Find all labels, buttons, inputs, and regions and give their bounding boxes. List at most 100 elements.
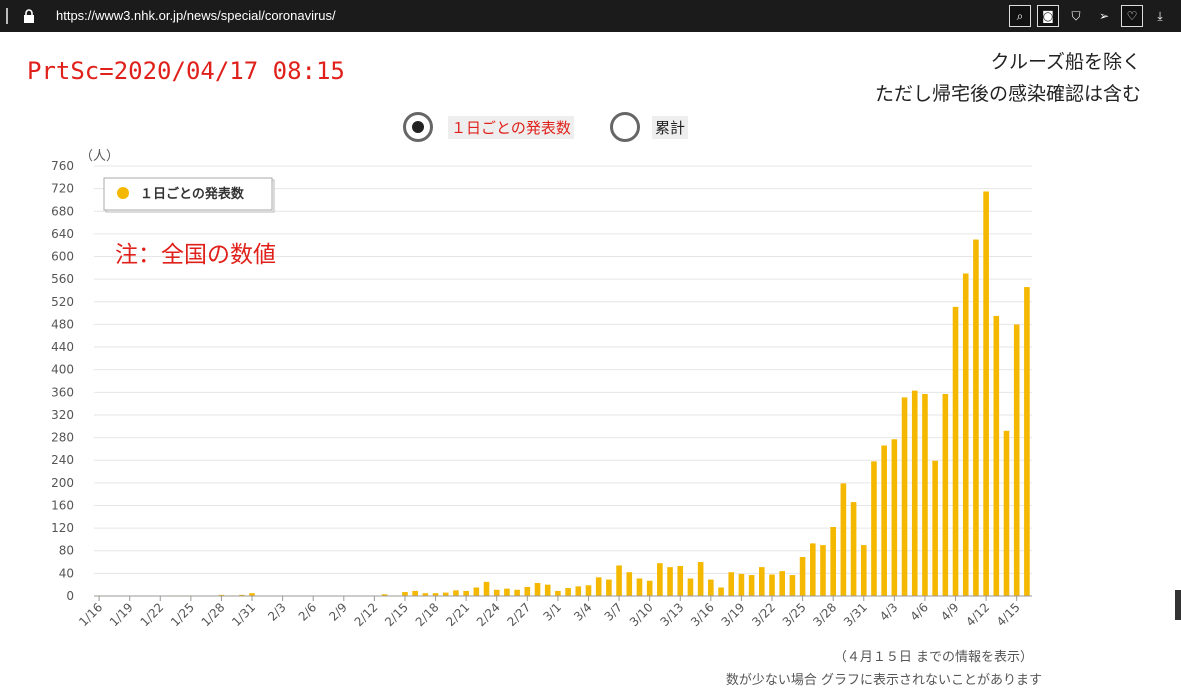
bars-layer xyxy=(96,191,1030,597)
bar-3/29 xyxy=(840,483,847,596)
bar-3/15 xyxy=(697,562,704,596)
browser-extension-icons: ⌕ ◙ ⛉ ➢ ♡ ⤓ xyxy=(1009,5,1171,27)
x-tick-label: 3/31 xyxy=(841,600,870,629)
bar-4/14 xyxy=(1003,430,1010,596)
x-tick-label: 3/19 xyxy=(719,600,748,629)
y-tick-label: 360 xyxy=(51,385,74,399)
x-tick-label: 3/13 xyxy=(657,600,686,629)
heart-icon[interactable]: ♡ xyxy=(1121,5,1143,27)
download-icon[interactable]: ⤓ xyxy=(1149,5,1171,27)
x-tick-label: 4/15 xyxy=(994,600,1023,629)
bar-1/30 xyxy=(239,594,245,596)
bar-2/23 xyxy=(483,581,490,596)
bar-3/17 xyxy=(718,587,724,596)
y-tick-label: 480 xyxy=(51,317,74,331)
bar-2/21 xyxy=(463,590,469,596)
radio-cumulative-label[interactable]: 累計 xyxy=(652,116,689,139)
x-tick-label: 3/4 xyxy=(571,600,595,624)
x-tick-label: 2/18 xyxy=(413,600,442,629)
bar-2/20 xyxy=(453,590,459,596)
bar-3/25 xyxy=(799,556,806,596)
y-tick-label: 240 xyxy=(51,453,74,467)
x-tick-label: 4/9 xyxy=(938,600,962,624)
bar-3/28 xyxy=(830,526,836,596)
bar-2/15 xyxy=(402,592,408,596)
bar-3/10 xyxy=(646,580,653,596)
toolbar-divider xyxy=(6,8,8,24)
bar-3/12 xyxy=(667,567,673,596)
x-tick-label: 3/10 xyxy=(627,600,656,629)
bar-3/20 xyxy=(748,575,755,596)
url-text[interactable]: https://www3.nhk.or.jp/news/special/coro… xyxy=(56,8,336,23)
bar-4/3 xyxy=(891,439,898,596)
x-tick-label: 3/22 xyxy=(749,600,778,629)
y-tick-label: 520 xyxy=(51,295,74,309)
bar-1/29 xyxy=(228,595,235,596)
bar-4/15 xyxy=(1013,324,1020,596)
bar-3/27 xyxy=(820,545,826,596)
radio-daily-label[interactable]: １日ごとの発表数 xyxy=(448,116,574,139)
bar-1/28 xyxy=(218,594,225,596)
bar-2/24 xyxy=(493,589,500,596)
y-tick-label: 760 xyxy=(51,159,74,173)
bar-3/6 xyxy=(606,579,612,596)
bar-4/4 xyxy=(901,397,908,596)
bar-3/1 xyxy=(555,590,561,596)
x-tick-label: 1/31 xyxy=(229,600,258,629)
bar-3/18 xyxy=(728,572,735,596)
y-tick-label: 560 xyxy=(51,272,74,286)
y-tick-label: 320 xyxy=(51,408,74,422)
radio-selected-dot xyxy=(412,121,424,133)
x-tick-label: 2/21 xyxy=(443,600,472,629)
bar-4/2 xyxy=(881,445,887,596)
shield-icon[interactable]: ⛉ xyxy=(1065,5,1087,27)
radio-cumulative[interactable] xyxy=(610,112,640,142)
send-icon[interactable]: ➢ xyxy=(1093,5,1115,27)
y-axis-ticks: 0 40 80 120 160 200 240 280 320 360 400 440 480 520 56… xyxy=(51,159,74,603)
legend-box: １日ごとの発表数 xyxy=(103,177,275,213)
x-tick-label: 3/7 xyxy=(602,600,626,624)
x-tick-label: 2/3 xyxy=(265,600,289,624)
bar-3/7 xyxy=(616,565,622,596)
bar-4/8 xyxy=(942,394,949,596)
radio-daily[interactable] xyxy=(403,112,433,142)
bar-2/16 xyxy=(412,590,418,596)
x-tick-label: 1/16 xyxy=(76,600,105,629)
browser-address-bar: https://www3.nhk.or.jp/news/special/coro… xyxy=(0,0,1181,32)
bar-4/13 xyxy=(993,315,1000,596)
x-tick-label: 2/6 xyxy=(296,600,320,624)
footer-note: 数が少ない場合 グラフに表示されないことがあります xyxy=(726,673,1042,688)
camera-icon[interactable]: ◙ xyxy=(1037,5,1059,27)
note-exclude-cruise: クルーズ船を除く xyxy=(990,51,1141,73)
bar-3/3 xyxy=(575,586,582,596)
x-tick-label: 1/19 xyxy=(107,600,136,629)
x-tick-label: 3/16 xyxy=(688,600,717,629)
x-tick-label: 4/12 xyxy=(963,600,992,629)
bar-2/13 xyxy=(381,594,388,596)
x-tick-label: 4/3 xyxy=(877,600,901,624)
bar-4/7 xyxy=(932,460,938,596)
y-tick-label: 160 xyxy=(51,498,74,512)
side-scroll-handle[interactable] xyxy=(1175,590,1181,620)
y-tick-label: 80 xyxy=(59,544,74,558)
x-tick-label: 1/25 xyxy=(168,600,197,629)
x-tick-label: 1/22 xyxy=(137,600,166,629)
bar-3/26 xyxy=(809,543,816,596)
bar-3/19 xyxy=(738,573,745,596)
x-tick-label: 3/1 xyxy=(540,600,564,624)
zoom-icon[interactable]: ⌕ xyxy=(1009,5,1031,27)
bar-3/8 xyxy=(626,572,633,596)
y-tick-label: 280 xyxy=(51,431,74,445)
x-tick-label: 1/28 xyxy=(199,600,228,629)
x-tick-label: 3/28 xyxy=(810,600,839,629)
bar-4/9 xyxy=(952,306,959,596)
bar-2/25 xyxy=(504,588,510,596)
screenshot-timestamp: PrtSc=2020/04/17 08:15 xyxy=(27,57,345,85)
bar-3/9 xyxy=(636,578,643,596)
bar-2/27 xyxy=(524,586,531,596)
bar-2/17 xyxy=(422,593,429,596)
y-tick-label: 600 xyxy=(51,250,74,264)
bar-3/14 xyxy=(687,578,694,596)
bar-1/16 xyxy=(96,595,102,596)
y-tick-label: 680 xyxy=(51,204,74,218)
